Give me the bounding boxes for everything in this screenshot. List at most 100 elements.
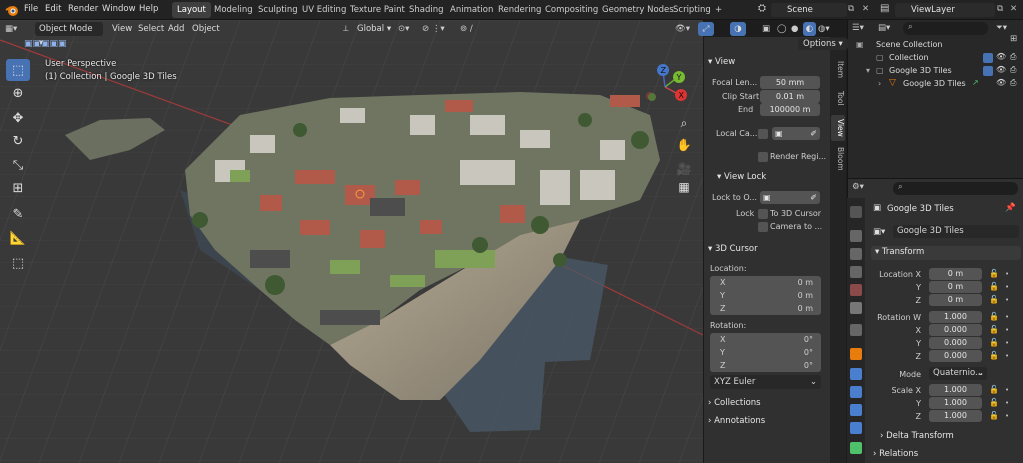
menu-file[interactable]: File (24, 4, 38, 14)
copy-icon[interactable]: ⧉ (848, 4, 854, 14)
menu-window[interactable]: Window (102, 4, 136, 14)
render-region-checkbox[interactable] (758, 152, 768, 162)
rotate-tool-icon[interactable]: ↻ (6, 130, 30, 152)
material-shading-icon[interactable]: ◐ (803, 22, 816, 36)
expand-arrow-icon[interactable]: › (878, 79, 881, 88)
properties-search-input[interactable]: ⌕ (893, 182, 1018, 195)
add-cube-tool-icon[interactable]: ⬚ (6, 252, 30, 274)
editor-type-icon[interactable]: ▦▾ (5, 22, 17, 36)
keyframe-dot-icon[interactable]: • (1005, 283, 1009, 291)
tab-shading[interactable]: Shading (404, 2, 449, 18)
lock-icon[interactable]: 🔓 (989, 338, 999, 347)
object-data-field[interactable]: Google 3D Tiles (893, 225, 1019, 238)
location-y-field[interactable]: 0 m (929, 281, 982, 293)
rotation-x-field[interactable]: 0.000 (929, 324, 982, 336)
tab-view[interactable]: View (831, 115, 845, 141)
transform-header[interactable]: ▾ Transform (871, 246, 1021, 260)
delta-transform-header[interactable]: › Delta Transform (880, 431, 1021, 444)
tab-animation[interactable]: Animation (445, 2, 498, 18)
xray-icon[interactable]: ▣ (762, 22, 770, 36)
cursor-loc-z-value[interactable]: 0 m (798, 304, 813, 313)
menu-add[interactable]: Add (168, 22, 184, 36)
pan-hand-icon[interactable]: ✋ (673, 134, 695, 156)
view-lock-header[interactable]: ▾ View Lock (717, 172, 766, 182)
display-mode-icon[interactable]: ▤▾ (878, 23, 890, 33)
cursor-rot-x-value[interactable]: 0° (804, 335, 813, 344)
rotation-w-field[interactable]: 1.000 (929, 311, 982, 323)
overlay-toggle-icon[interactable]: ◑ (730, 22, 746, 36)
local-camera-field[interactable]: ▣ ✐ (772, 127, 820, 140)
cursor-tool-icon[interactable]: ⊕ (6, 82, 30, 104)
proportional-icon[interactable]: ⊚ ∕ (460, 22, 473, 36)
scale-z-field[interactable]: 1.000 (929, 410, 982, 422)
wireframe-shading-icon[interactable]: ◯ (777, 22, 787, 36)
tab-item[interactable]: Item (831, 57, 845, 82)
keyframe-dot-icon[interactable]: • (1005, 412, 1009, 420)
location-x-field[interactable]: 0 m (929, 268, 982, 280)
collection-include-checkbox[interactable] (983, 53, 993, 63)
close-icon[interactable]: ✕ (1010, 4, 1017, 14)
keyframe-dot-icon[interactable]: • (1005, 313, 1009, 321)
focal-length-field[interactable]: 50 mm (760, 76, 820, 89)
outliner-collection[interactable]: Collection (889, 53, 929, 62)
keyframe-dot-icon[interactable]: • (1005, 386, 1009, 394)
selection-mode-icons[interactable]: ▣▣▣▣▣ (24, 39, 67, 49)
add-workspace-button[interactable]: + (710, 2, 727, 18)
rotation-mode-dropdown[interactable]: Quaternio... ⌄ (929, 367, 987, 380)
lock-cursor-checkbox[interactable] (758, 209, 768, 219)
lock-icon[interactable]: 🔓 (989, 398, 999, 407)
constraints-tab-icon[interactable] (850, 422, 862, 434)
blender-logo-icon[interactable] (5, 3, 19, 17)
solid-shading-icon[interactable]: ● (791, 22, 798, 36)
tab-rendering[interactable]: Rendering (493, 2, 546, 18)
outliner-search-input[interactable]: ⌕ (903, 22, 988, 35)
scene-icon[interactable]: ⛭ (758, 3, 766, 14)
lock-icon[interactable]: 🔓 (989, 312, 999, 321)
view-section-header[interactable]: ▾ View (708, 57, 735, 67)
3d-viewport[interactable] (0, 20, 703, 463)
camera-render-icon[interactable]: ⎙ (1010, 65, 1016, 75)
scale-tool-icon[interactable]: ⤡ (6, 154, 30, 176)
keyframe-dot-icon[interactable]: • (1005, 352, 1009, 360)
render-tab-icon[interactable] (850, 230, 862, 242)
copy-icon[interactable]: ⧉ (997, 4, 1003, 14)
orientation-selector[interactable]: Global ▾ (357, 22, 391, 36)
annotate-tool-icon[interactable]: ✎ (6, 203, 30, 225)
menu-edit[interactable]: Edit (45, 4, 61, 14)
cursor-location-fields[interactable]: X 0 m Y 0 m Z 0 m (710, 276, 821, 315)
annotations-section-header[interactable]: › Annotations (708, 416, 765, 426)
rotation-mode-select[interactable]: XYZ Euler ⌄ (710, 375, 821, 389)
pivot-icon[interactable]: ⊙▾ (398, 22, 409, 36)
scale-y-field[interactable]: 1.000 (929, 397, 982, 409)
keyframe-dot-icon[interactable]: • (1005, 270, 1009, 278)
navigation-gizmo[interactable]: X Y Z (640, 60, 695, 105)
eye-icon[interactable]: 👁 (996, 78, 1006, 87)
lock-icon[interactable]: 🔓 (989, 385, 999, 394)
camera-to-view-checkbox[interactable] (758, 222, 768, 232)
keyframe-dot-icon[interactable]: • (1005, 339, 1009, 347)
new-collection-icon[interactable]: ⊞ (1010, 34, 1017, 44)
output-tab-icon[interactable] (850, 248, 862, 260)
eyedropper-icon[interactable]: ✐ (810, 127, 820, 140)
outliner-google-tiles-object[interactable]: Google 3D Tiles (903, 79, 966, 88)
menu-help[interactable]: Help (139, 4, 158, 14)
collections-section-header[interactable]: › Collections (708, 398, 761, 408)
outliner-editor-icon[interactable]: ☰▾ (852, 23, 864, 33)
scale-x-field[interactable]: 1.000 (929, 384, 982, 396)
lock-icon[interactable]: 🔓 (989, 269, 999, 278)
tiles-include-checkbox[interactable] (983, 66, 993, 76)
keyframe-dot-icon[interactable]: • (1005, 399, 1009, 407)
tab-uv-editing[interactable]: UV Editing (297, 2, 351, 18)
lock-icon[interactable]: 🔓 (989, 282, 999, 291)
eye-icon[interactable]: 👁 (996, 52, 1006, 61)
lock-icon[interactable]: 🔓 (989, 351, 999, 360)
lock-to-object-field[interactable]: ▣ ✐ (760, 191, 820, 204)
lock-icon[interactable]: 🔓 (989, 325, 999, 334)
view-layer-icon[interactable]: ▤ (880, 3, 889, 14)
cursor-rotation-fields[interactable]: X 0° Y 0° Z 0° (710, 333, 821, 372)
tab-geometry-nodes[interactable]: Geometry Nodes (597, 2, 679, 18)
mode-selector[interactable]: Object Mode ▾ (35, 22, 103, 48)
tab-texture-paint[interactable]: Texture Paint (345, 2, 410, 18)
rendered-shading-icon[interactable]: ◍▾ (818, 22, 830, 36)
eye-icon[interactable]: 👁 (996, 65, 1006, 74)
